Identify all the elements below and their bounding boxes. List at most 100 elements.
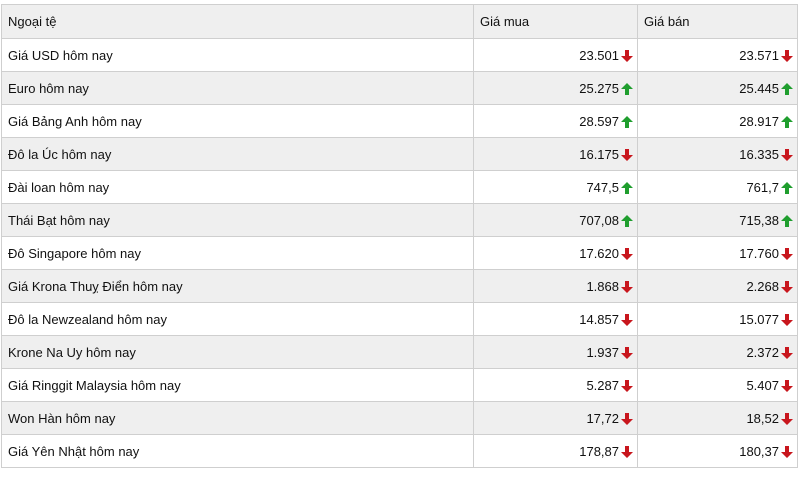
arrow-down-icon: [781, 379, 793, 392]
sell-price-value: 180,37: [739, 443, 779, 459]
arrow-down-icon: [781, 412, 793, 425]
currency-name: Euro hôm nay: [1, 71, 474, 105]
currency-name: Giá USD hôm nay: [1, 38, 474, 72]
buy-price-value: 17,72: [586, 410, 619, 426]
header-currency: Ngoại tệ: [1, 4, 474, 39]
arrow-down-icon: [781, 148, 793, 161]
sell-price-value: 5.407: [746, 377, 779, 393]
buy-price-value: 707,08: [579, 212, 619, 228]
sell-price-cell: 180,37: [637, 434, 798, 468]
table-row: Giá Ringgit Malaysia hôm nay 5.287 5.407: [1, 368, 798, 402]
table-row: Giá Yên Nhật hôm nay 178,87 180,37: [1, 434, 798, 468]
sell-price-cell: 25.445: [637, 71, 798, 105]
header-buy-price: Giá mua: [473, 4, 638, 39]
sell-price-cell: 761,7: [637, 170, 798, 204]
buy-price-value: 25.275: [579, 80, 619, 96]
currency-name: Thái Bạt hôm nay: [1, 203, 474, 237]
sell-price-value: 25.445: [739, 80, 779, 96]
currency-name: Đô la Newzealand hôm nay: [1, 302, 474, 336]
table-row: Giá USD hôm nay 23.501 23.571: [1, 38, 798, 72]
arrow-down-icon: [781, 445, 793, 458]
table-row: Euro hôm nay 25.275 25.445: [1, 71, 798, 105]
table-row: Giá Krona Thuỵ Điển hôm nay 1.868 2.268: [1, 269, 798, 303]
sell-price-value: 17.760: [739, 245, 779, 261]
exchange-rate-table: Ngoại tệ Giá mua Giá bán Giá USD hôm nay…: [1, 4, 798, 468]
table-row: Giá Bảng Anh hôm nay 28.597 28.917: [1, 104, 798, 138]
arrow-down-icon: [621, 346, 633, 359]
currency-name: Đô la Úc hôm nay: [1, 137, 474, 171]
arrow-up-icon: [781, 214, 793, 227]
table-row: Won Hàn hôm nay 17,72 18,52: [1, 401, 798, 435]
arrow-down-icon: [621, 148, 633, 161]
currency-name: Đài loan hôm nay: [1, 170, 474, 204]
arrow-up-icon: [781, 82, 793, 95]
sell-price-value: 18,52: [746, 410, 779, 426]
buy-price-value: 178,87: [579, 443, 619, 459]
exchange-rate-panel: Ngoại tệ Giá mua Giá bán Giá USD hôm nay…: [0, 4, 800, 488]
buy-price-cell: 1.868: [473, 269, 638, 303]
sell-price-value: 2.268: [746, 278, 779, 294]
table-row: Đô Singapore hôm nay 17.620 17.760: [1, 236, 798, 270]
table-row: Đô la Newzealand hôm nay 14.857 15.077: [1, 302, 798, 336]
sell-price-value: 15.077: [739, 311, 779, 327]
currency-name: Won Hàn hôm nay: [1, 401, 474, 435]
sell-price-value: 16.335: [739, 146, 779, 162]
sell-price-cell: 17.760: [637, 236, 798, 270]
buy-price-value: 1.937: [586, 344, 619, 360]
sell-price-value: 23.571: [739, 47, 779, 63]
buy-price-cell: 16.175: [473, 137, 638, 171]
buy-price-cell: 5.287: [473, 368, 638, 402]
table-body: Giá USD hôm nay 23.501 23.571 Euro hôm nay 2…: [1, 38, 798, 468]
currency-name: Giá Ringgit Malaysia hôm nay: [1, 368, 474, 402]
sell-price-cell: 23.571: [637, 38, 798, 72]
buy-price-cell: 25.275: [473, 71, 638, 105]
buy-price-cell: 1.937: [473, 335, 638, 369]
arrow-up-icon: [621, 181, 633, 194]
buy-price-value: 16.175: [579, 146, 619, 162]
arrow-down-icon: [781, 313, 793, 326]
buy-price-value: 17.620: [579, 245, 619, 261]
currency-name: Giá Bảng Anh hôm nay: [1, 104, 474, 138]
arrow-up-icon: [621, 82, 633, 95]
arrow-down-icon: [781, 346, 793, 359]
buy-price-value: 14.857: [579, 311, 619, 327]
buy-price-cell: 747,5: [473, 170, 638, 204]
buy-price-value: 28.597: [579, 113, 619, 129]
currency-name: Giá Yên Nhật hôm nay: [1, 434, 474, 468]
arrow-down-icon: [621, 247, 633, 260]
sell-price-cell: 18,52: [637, 401, 798, 435]
table-row: Đài loan hôm nay 747,5 761,7: [1, 170, 798, 204]
arrow-down-icon: [621, 280, 633, 293]
sell-price-cell: 2.372: [637, 335, 798, 369]
table-row: Đô la Úc hôm nay 16.175 16.335: [1, 137, 798, 171]
arrow-down-icon: [781, 49, 793, 62]
table-row: Thái Bạt hôm nay 707,08 715,38: [1, 203, 798, 237]
currency-name: Đô Singapore hôm nay: [1, 236, 474, 270]
header-sell-price: Giá bán: [637, 4, 798, 39]
sell-price-value: 2.372: [746, 344, 779, 360]
sell-price-cell: 5.407: [637, 368, 798, 402]
arrow-up-icon: [621, 214, 633, 227]
buy-price-cell: 178,87: [473, 434, 638, 468]
arrow-up-icon: [781, 181, 793, 194]
sell-price-cell: 715,38: [637, 203, 798, 237]
buy-price-value: 747,5: [586, 179, 619, 195]
sell-price-value: 28.917: [739, 113, 779, 129]
buy-price-value: 5.287: [586, 377, 619, 393]
table-row: Krone Na Uy hôm nay 1.937 2.372: [1, 335, 798, 369]
arrow-down-icon: [621, 379, 633, 392]
sell-price-value: 715,38: [739, 212, 779, 228]
arrow-down-icon: [621, 412, 633, 425]
currency-name: Giá Krona Thuỵ Điển hôm nay: [1, 269, 474, 303]
arrow-down-icon: [781, 247, 793, 260]
sell-price-cell: 15.077: [637, 302, 798, 336]
buy-price-value: 23.501: [579, 47, 619, 63]
arrow-down-icon: [621, 49, 633, 62]
buy-price-cell: 17.620: [473, 236, 638, 270]
arrow-down-icon: [781, 280, 793, 293]
arrow-up-icon: [621, 115, 633, 128]
sell-price-cell: 16.335: [637, 137, 798, 171]
sell-price-value: 761,7: [746, 179, 779, 195]
buy-price-value: 1.868: [586, 278, 619, 294]
sell-price-cell: 28.917: [637, 104, 798, 138]
